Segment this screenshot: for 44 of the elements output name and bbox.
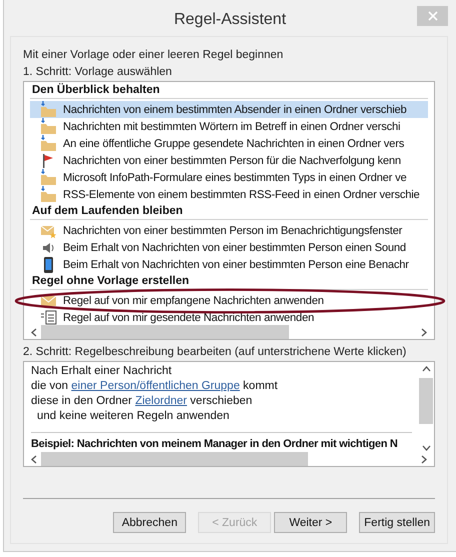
folder-arrow-icon	[40, 169, 57, 186]
scroll-up-icon	[422, 365, 430, 373]
scrollbar-thumb[interactable]	[41, 452, 308, 466]
description-line: Nach Erhalt einer Nachricht	[31, 364, 173, 379]
description-line: diese in den Ordner Zielordner verschieben	[31, 394, 254, 409]
template-item[interactable]: Beim Erhalt von Nachrichten von einer bestimmten Person einen Sound	[30, 239, 428, 256]
folder-arrow-icon	[40, 186, 57, 203]
scroll-right-icon	[420, 454, 428, 464]
wizard-button[interactable]: Abbrechen	[113, 512, 186, 533]
scroll-down-icon	[422, 444, 430, 452]
description-line: und keine weiteren Regeln anwenden	[36, 409, 230, 424]
intro-text: Mit einer Vorlage oder einer leeren Regel beginnen	[23, 48, 284, 63]
close-icon	[428, 11, 438, 21]
group-header: Regel ohne Vorlage erstellen	[30, 273, 428, 290]
template-item[interactable]: Nachrichten von einer bestimmten Person im Benachrichtigungsfenster	[30, 222, 428, 239]
template-item[interactable]: Nachrichten mit bestimmten Wörtern im Betreff in einen Ordner verschi	[30, 118, 428, 135]
scroll-right-icon	[420, 328, 428, 336]
scrollbar-thumb[interactable]	[41, 325, 289, 339]
template-item[interactable]: Regel auf von mir gesendete Nachrichten anwenden	[30, 309, 428, 325]
document-lines-icon	[40, 309, 57, 325]
wizard-button[interactable]: Fertig stellen	[359, 512, 435, 533]
template-item[interactable]: Beim Erhalt von Nachrichten von einer bestimmten Person eine Benachr	[30, 256, 428, 273]
group-header: Auf dem Laufenden bleiben	[30, 203, 428, 220]
value-link[interactable]: Zielordner	[135, 395, 187, 407]
step-label: 1. Schritt: Vorlage auswählen	[23, 65, 173, 80]
template-item[interactable]: Nachrichten von einem bestimmten Absender in einen Ordner verschieb	[30, 101, 428, 118]
folder-arrow-icon	[40, 101, 57, 118]
window-title: Regel-Assistent	[174, 11, 286, 29]
template-item[interactable]: Microsoft InfoPath-Formulare eines bestimmten Typs in einen Ordner ve	[30, 169, 428, 186]
template-item[interactable]: Nachrichten von einer bestimmten Person für die Nachverfolgung kenn	[30, 152, 428, 169]
scrollbar-thumb[interactable]	[419, 378, 433, 424]
group-header: Den Überblick behalten	[30, 82, 428, 99]
template-item[interactable]: RSS-Elemente von einem bestimmten RSS-Feed in einen Ordner verschie	[30, 186, 428, 203]
example-text: Beispiel: Nachrichten von meinem Manager in den Ordner mit wichtigen N	[31, 438, 399, 450]
step-label: 2. Schritt: Regelbeschreibung bearbeiten (auf unterstrichene Werte klicken)	[23, 345, 408, 360]
close-button[interactable]	[417, 6, 448, 26]
scroll-left-icon	[30, 454, 38, 464]
template-item[interactable]: An eine öffentliche Gruppe gesendete Nachrichten in einen Ordner vers	[30, 135, 428, 152]
scroll-left-icon	[30, 328, 38, 336]
folder-arrow-icon	[40, 135, 57, 152]
folder-arrow-icon	[40, 118, 57, 135]
wizard-button[interactable]: Weiter >	[274, 512, 348, 533]
value-link[interactable]: einer Person/öffentlichen Gruppe	[71, 380, 240, 392]
description-line: die von einer Person/öffentlichen Gruppe kommt	[31, 379, 279, 394]
